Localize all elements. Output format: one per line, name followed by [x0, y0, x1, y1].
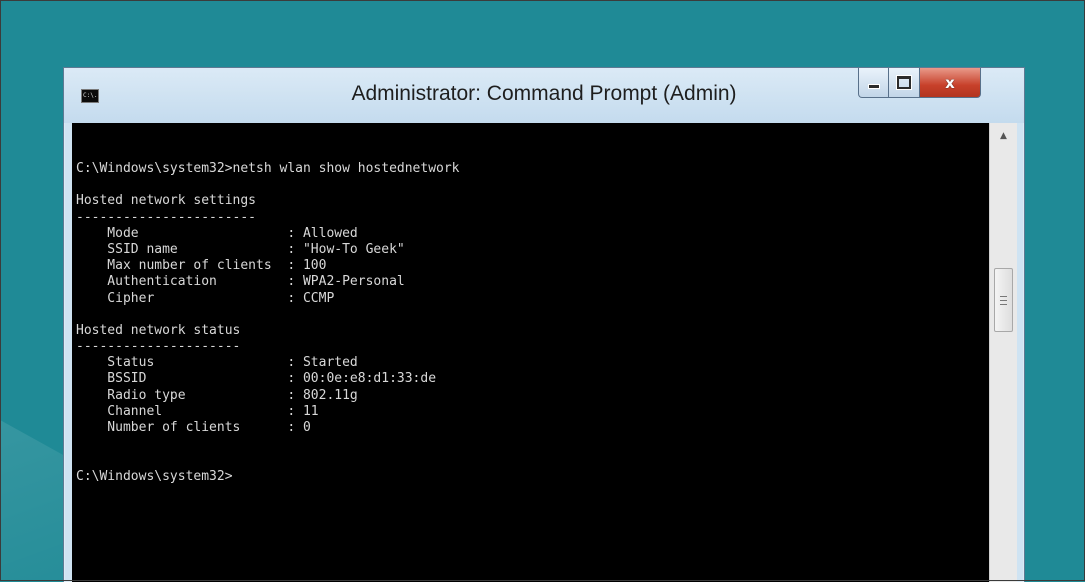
console-line: Max number of clients : 100 — [76, 258, 327, 274]
console-line: Number of clients : 0 — [76, 420, 311, 435]
close-icon: x — [945, 73, 955, 92]
console-line: SSID name : "How-To Geek" — [76, 241, 405, 257]
console-line: Hosted network status — [76, 322, 241, 338]
scroll-grip-icon — [1000, 295, 1007, 305]
minimize-icon — [867, 84, 880, 89]
title-bar[interactable]: C:\. Administrator: Command Prompt (Admi… — [64, 68, 1024, 123]
console-line: Authentication : WPA2-Personal — [76, 274, 405, 290]
scroll-thumb[interactable] — [994, 268, 1013, 332]
console-line: Mode : Allowed — [76, 225, 358, 241]
maximize-button[interactable] — [889, 68, 920, 98]
console-line: Status : Started — [76, 355, 358, 371]
vertical-scrollbar[interactable]: ▲ — [989, 123, 1017, 582]
scroll-up-button[interactable]: ▲ — [990, 123, 1017, 149]
console-line: Radio type : 802.11g — [76, 387, 358, 403]
console-line: Hosted network settings — [76, 193, 257, 209]
command-prompt-window[interactable]: C:\. Administrator: Command Prompt (Admi… — [63, 67, 1025, 582]
maximize-icon — [897, 76, 911, 89]
console-line: Channel : 11 — [76, 403, 319, 419]
console-output-area[interactable]: C:\Windows\system32>netsh wlan show host… — [72, 123, 989, 582]
console-line: C:\Windows\system32> — [76, 468, 233, 484]
console-line: C:\Windows\system32>netsh wlan show host… — [76, 161, 460, 176]
console-text: C:\Windows\system32>netsh wlan show host… — [76, 161, 460, 485]
scroll-up-arrow-icon: ▲ — [1000, 131, 1007, 141]
minimize-button[interactable] — [858, 68, 889, 98]
console-line: BSSID : 00:0e:e8:d1:33:de — [76, 371, 437, 387]
console-line: Cipher : CCMP — [76, 290, 335, 306]
console-line: --------------------- — [76, 339, 241, 355]
console-line: ----------------------- — [76, 209, 257, 225]
close-button[interactable]: x — [920, 68, 981, 98]
